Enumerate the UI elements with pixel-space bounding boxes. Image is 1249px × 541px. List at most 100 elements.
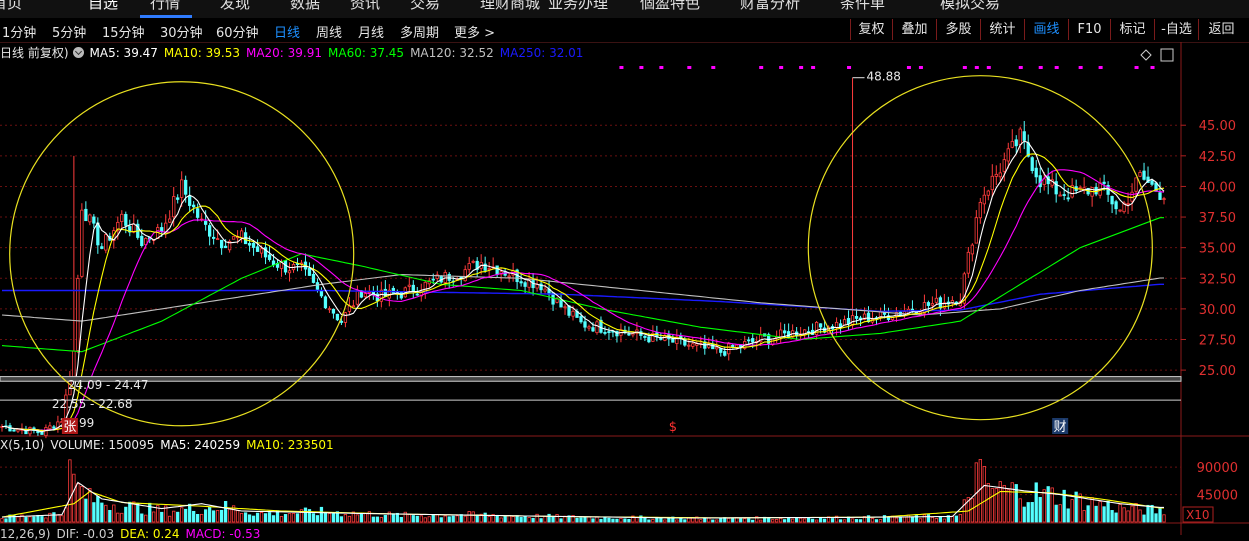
volume-bar [323,511,328,523]
volume-legend: X(5,10) VOLUME: 150095 MA5: 240259 MA10: 23… [0,438,340,452]
candle-body [1114,201,1118,210]
signal-dot [759,66,764,69]
volume-bar [802,518,807,523]
volume-bar [176,511,180,523]
signal-dot [687,66,692,69]
volume-bar [838,519,843,523]
volume-bar [295,513,300,523]
volume-bar [483,512,487,523]
price-panel [0,77,1166,439]
volume-bar [467,511,471,523]
candle-body [80,209,84,277]
volume-bar [954,515,958,523]
candle-body [523,282,527,287]
candle-body [495,265,499,275]
candle-body [271,260,276,265]
volume-bar [1022,506,1026,523]
volume-bar [56,514,60,523]
volume-bar [136,502,140,523]
candle-body [1134,177,1138,192]
volume-bar [303,507,308,523]
volume-bar [419,515,423,523]
volume-bar [271,515,276,523]
volume-tick-label: 90000 [1197,461,1238,476]
ma120-line [1,274,1164,322]
volume-bar [443,515,447,523]
signal-dot [639,66,644,69]
candle-body [168,218,172,223]
candle-body [100,246,104,249]
candle-body [1110,195,1114,205]
event-marker: $ [669,420,677,435]
volume-bar [423,517,427,523]
volume-bar [751,519,755,523]
volume-bar [810,518,815,523]
candle-body [1022,131,1026,141]
volume-bar [235,510,240,523]
volume-bar [818,517,823,523]
candle-body [287,270,292,274]
volume-bar [727,517,731,523]
candle-body [48,425,52,430]
volume-bar [711,519,715,523]
candle-body [223,245,228,249]
stock-chart[interactable]: 25.00 27.50 30.00 32.50 35.00 37.50 40.00 42.50… [0,0,1249,535]
volume-bar [902,516,907,523]
volume-bar [1038,496,1042,523]
volume-bar [934,518,939,523]
candle-body [180,179,184,198]
volume-bar [547,513,551,523]
candle-body [255,246,260,252]
volume-bar [36,514,40,523]
candle-body [1062,194,1066,196]
volume-bar [223,501,228,523]
volume-bar [970,498,974,523]
candle-body [176,197,180,200]
candle-body [747,339,751,342]
macd-indicator-name[interactable]: 12,26,9) [0,527,50,541]
volume-bar [1114,512,1118,523]
volume-bar [699,519,703,523]
candle-body [231,236,236,240]
volume-bar [647,519,651,523]
volume-bar [1154,513,1158,523]
price-annotation: 22.55 - 22.68 [52,397,133,411]
volume-bar [140,513,144,523]
volume-bar [44,517,48,523]
candle-body [184,179,188,195]
volume-bar [427,516,431,523]
signal-dot [1054,66,1059,69]
volume-bar [1094,505,1098,523]
candle-body [535,284,539,289]
volume-indicator-name[interactable]: X(5,10) [0,438,44,452]
volume-bar [407,514,411,523]
volume-bar [124,506,128,523]
candle-body [543,288,547,292]
candle-body [934,297,939,303]
volume-ma5-value: MA5: 240259 [160,438,241,452]
volume-bar [794,517,799,523]
volume-bar [375,516,379,523]
candle-body [239,230,244,239]
volume-bar [64,507,68,523]
candle-body [783,330,787,334]
candle-body [1138,171,1142,177]
volume-bar [643,517,647,523]
candle-body [559,300,563,308]
price-tick-label: 25.00 [1199,364,1236,379]
volume-bar [180,507,184,523]
candle-body [850,315,855,326]
volume-bar [196,513,200,523]
volume-bar [743,518,747,523]
volume-bar [1030,502,1034,523]
candle-body [587,326,591,329]
volume-bar [463,515,467,523]
candle-body [104,234,108,251]
volume-unit-label: X10 [1186,508,1210,522]
volume-bar [739,518,743,523]
volume-bar [251,515,256,523]
candle-body [247,243,252,246]
volume-bar [120,512,124,523]
volume-bar [958,514,962,523]
candle-body [363,293,368,298]
